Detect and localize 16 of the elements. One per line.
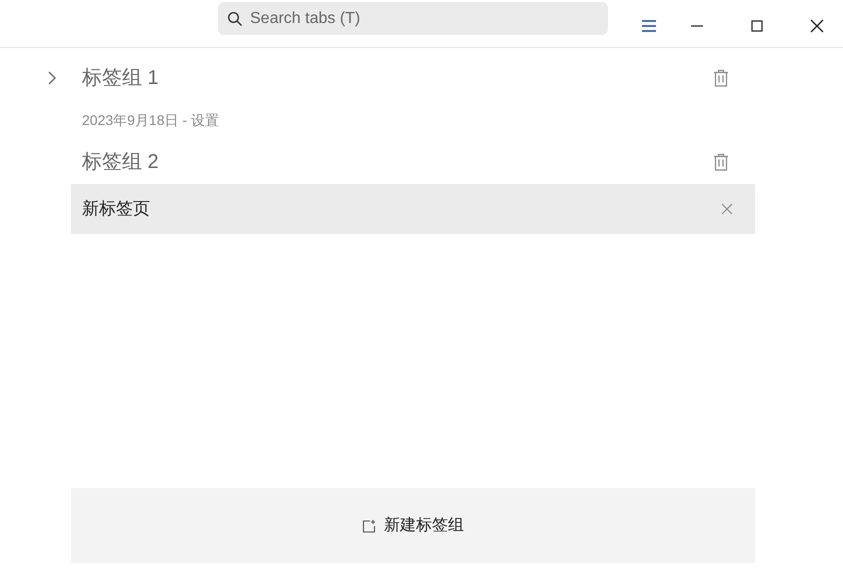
close-icon: [810, 19, 824, 33]
menu-icon: [641, 19, 657, 33]
close-tab-button[interactable]: [721, 203, 733, 215]
group-title[interactable]: 标签组 1: [82, 63, 159, 93]
search-field[interactable]: Search tabs (T): [218, 2, 608, 35]
new-group-button[interactable]: 新建标签组: [71, 488, 755, 563]
tab-title: 新标签页: [82, 198, 150, 220]
chevron-right-icon[interactable]: [47, 70, 57, 86]
tab-row[interactable]: 新标签页: [71, 184, 755, 234]
delete-icon[interactable]: [713, 153, 729, 171]
search-icon: [227, 11, 243, 27]
group-subtitle: 2023年9月18日 - 设置: [82, 110, 219, 130]
maximize-icon: [750, 19, 764, 33]
group-title[interactable]: 标签组 2: [82, 147, 159, 177]
new-folder-icon: [362, 518, 376, 532]
delete-icon[interactable]: [713, 69, 729, 87]
